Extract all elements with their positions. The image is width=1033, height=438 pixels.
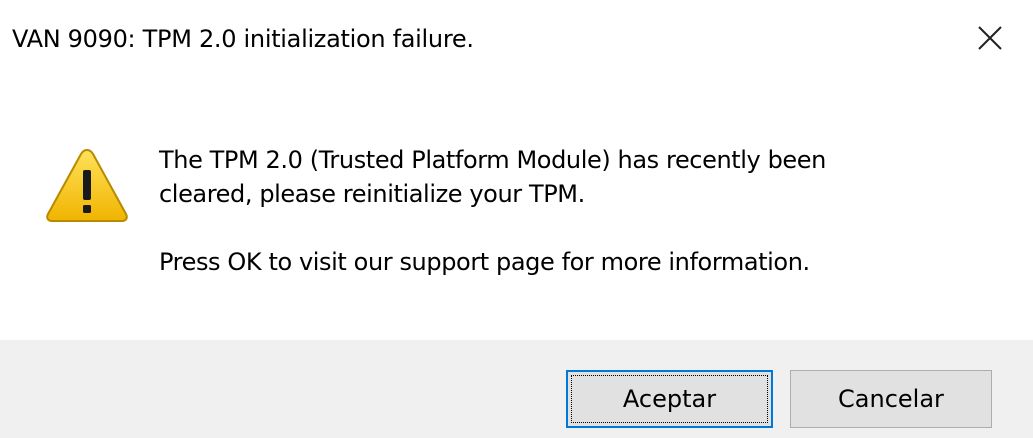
message-text: The TPM 2.0 (Trusted Platform Module) ha…	[159, 143, 1019, 279]
close-button[interactable]	[966, 18, 1014, 58]
message-dialog: VAN 9090: TPM 2.0 initialization failure…	[0, 0, 1033, 438]
message-instruction: Press OK to visit our support page for m…	[159, 248, 810, 276]
ok-button[interactable]: Aceptar	[566, 370, 773, 428]
cancel-button-label: Cancelar	[838, 385, 944, 413]
warning-icon	[46, 148, 128, 222]
dialog-title: VAN 9090: TPM 2.0 initialization failure…	[12, 25, 474, 53]
title-bar: VAN 9090: TPM 2.0 initialization failure…	[0, 0, 1033, 84]
dialog-content: The TPM 2.0 (Trusted Platform Module) ha…	[0, 84, 1033, 340]
ok-button-label: Aceptar	[622, 385, 717, 413]
message-line-2: cleared, please reinitialize your TPM.	[159, 180, 585, 208]
message-line-1: The TPM 2.0 (Trusted Platform Module) ha…	[159, 146, 826, 174]
button-bar: Aceptar Cancelar	[0, 340, 1033, 438]
cancel-button[interactable]: Cancelar	[790, 370, 992, 428]
close-icon	[978, 26, 1002, 50]
